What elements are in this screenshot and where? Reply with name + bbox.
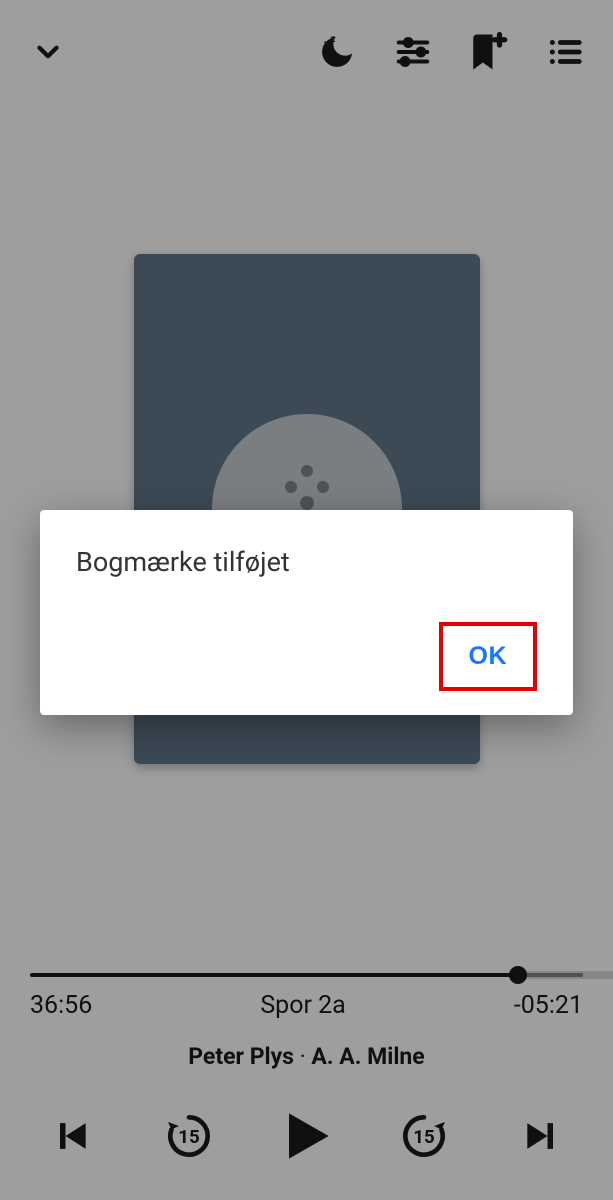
ok-button[interactable]: OK [439, 622, 538, 691]
dialog-actions: OK [76, 622, 537, 691]
player-screen: z z [0, 0, 613, 1200]
modal-overlay[interactable]: Bogmærke tilføjet OK [0, 0, 613, 1200]
dialog-message: Bogmærke tilføjet [76, 546, 537, 578]
bookmark-dialog: Bogmærke tilføjet OK [40, 510, 573, 715]
